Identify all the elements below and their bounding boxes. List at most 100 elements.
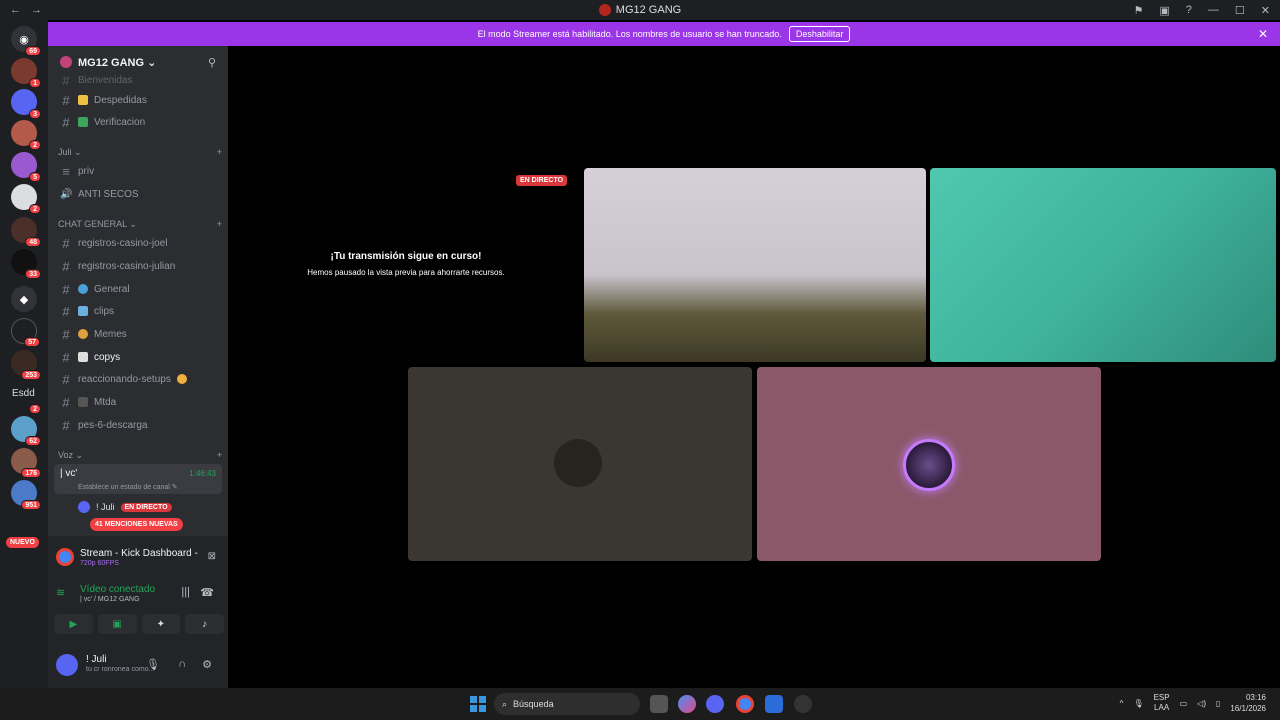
disable-button[interactable]: Deshabilitar [788,26,851,42]
person-plus-icon[interactable]: ⚲ [208,56,216,69]
stop-stream-icon[interactable]: ⊠ [208,551,216,562]
copilot-icon[interactable] [678,695,696,713]
badge: 62 [25,436,41,446]
task-view-icon[interactable] [650,695,668,713]
server-icon[interactable]: 1 [11,58,41,88]
avatar[interactable] [56,654,78,676]
server-icon[interactable]: 176 [11,448,41,478]
user-panel: ! Juli tu cr ronronea como... 🎙 ∩ ⚙ [56,652,220,678]
video-tile-room[interactable] [584,168,926,362]
server-icon[interactable]: 62 [11,416,41,446]
direct-messages-icon[interactable]: ◉ 69 [11,26,41,56]
app-icon[interactable] [765,695,783,713]
hash-icon: # [62,258,70,274]
server-logo-icon [598,4,611,16]
badge: 3 [29,109,41,119]
server-icon[interactable]: 57 [11,318,40,347]
minimize-icon[interactable]: — [1208,4,1219,16]
gear-icon[interactable]: ⚙ [202,658,212,671]
server-icon[interactable]: 951 [11,480,41,510]
video-tile-dim[interactable] [408,367,752,561]
badge: 253 [21,370,41,380]
chrome-icon[interactable] [736,695,754,713]
streamer-mode-banner: El modo Streamer está habilitado. Los no… [48,22,1280,46]
discord-icon[interactable] [706,695,724,713]
voice-location[interactable]: | vc' / MG12 GANG [80,596,140,603]
category-chat-general[interactable]: CHAT GENERAL ⌄ + [58,219,222,230]
server-icon[interactable]: 3 [11,89,41,119]
channel-registros-casino-joel[interactable]: # registros-casino-joel [54,233,222,253]
add-channel-icon[interactable]: + [217,450,222,461]
server-icon[interactable]: 253 [11,350,41,380]
channel-verificacion[interactable]: # Verificacion [54,112,222,132]
language-indicator[interactable]: ESP LAA [1154,693,1170,713]
forum-icon: ≡ [62,163,70,179]
back-icon[interactable]: ← [10,4,21,16]
add-channel-icon[interactable]: + [217,219,222,230]
screen-icon[interactable]: ▣ [1159,4,1169,17]
channel-priv[interactable]: ≡ priv [54,161,222,181]
microphone-icon[interactable]: 🎙 [1133,699,1143,708]
new-mentions-pill[interactable]: 41 MENCIONES NUEVAS [90,518,183,531]
window-tools: ⚑ ▣ ? — ☐ ✕ [1134,0,1271,20]
channel-status-input[interactable]: Establece un estado de canal ✎ [78,483,178,491]
channel-registros-casino-julian[interactable]: # registros-casino-julian [54,256,222,276]
clock[interactable]: 03:16 16/1/2026 [1230,692,1266,714]
voice-channel-name: | vc' [60,468,78,479]
category-juli[interactable]: Juli ⌄ + [58,147,222,158]
server-icon[interactable]: 2 [11,120,41,150]
headphones-icon[interactable]: ∩ [178,658,186,670]
server-icon[interactable]: 2 [11,184,41,214]
server-icon[interactable]: ◆ [11,286,37,312]
channel-despedidas[interactable]: # Despedidas [54,90,222,110]
close-window-icon[interactable]: ✕ [1261,4,1270,17]
server-icon[interactable]: 5 [11,152,41,182]
channel-general[interactable]: # General [54,279,222,299]
screen-share-button[interactable]: ▣ [97,614,137,634]
channel-label: Mtda [94,396,117,408]
channel-label: reaccionando-setups [78,373,171,385]
stream-status[interactable]: Stream - Kick Dashboard - Go... 720p 60F… [56,546,220,570]
network-icon[interactable]: ▭ [1180,699,1188,708]
disconnect-icon[interactable]: ☎ [200,586,214,599]
voice-channel-vc[interactable]: | vc' 1:46:43 Establece un estado de can… [54,464,222,494]
obs-icon[interactable] [794,695,812,713]
close-icon[interactable]: ✕ [1258,27,1268,41]
activities-button[interactable]: ✦ [141,614,181,634]
server-icon[interactable]: 2 [11,384,41,414]
voice-user[interactable]: ! Juli EN DIRECTO [78,499,218,515]
server-icon[interactable]: 48 [11,217,41,247]
forward-icon[interactable]: → [31,4,42,16]
microphone-icon[interactable]: 🎙 [146,658,160,671]
voice-connection: ≋ Vídeo conectado | vc' / MG12 GANG ||| … [56,582,220,608]
battery-icon[interactable]: ▯ [1216,699,1220,708]
video-tile-camera[interactable] [930,168,1276,362]
camera-button[interactable]: ▶ [54,614,93,634]
channel-copys[interactable]: # copys [54,347,222,367]
volume-icon[interactable]: ◁) [1197,699,1206,708]
voice-user-name: ! Juli [96,502,115,512]
help-icon[interactable]: ? [1186,4,1192,16]
server-icon[interactable]: 33 [11,249,41,279]
voice-status[interactable]: Vídeo conectado [80,584,155,595]
badge: 33 [25,269,41,279]
start-icon[interactable] [470,696,486,712]
channel-memes[interactable]: # Memes [54,324,222,344]
channel-reaccionando-setups[interactable]: # reaccionando-setups [54,369,222,389]
add-channel-icon[interactable]: + [217,147,222,158]
maximize-icon[interactable]: ☐ [1235,4,1245,17]
channel-pes-6-descarga[interactable]: # pes-6-descarga [54,415,222,435]
noise-suppression-icon[interactable]: ||| [181,586,190,598]
hash-icon: # [62,417,70,433]
chevron-up-icon[interactable]: ^ [1120,699,1124,708]
category-voz[interactable]: Voz ⌄ + [58,450,222,461]
channel-anti-secos[interactable]: 🔊 ANTI SECOS [54,184,222,204]
inbox-icon[interactable]: ⚑ [1134,4,1144,17]
channel-bienvenidas[interactable]: # Bienvenidas [54,70,222,90]
video-tile-avatar[interactable] [757,367,1101,561]
channel-mtda[interactable]: # Mtda [54,392,222,412]
search-input[interactable]: ⌕ Búsqueda [494,693,640,715]
soundboard-button[interactable]: ♪ [185,614,224,634]
new-pill[interactable]: NUEVO [6,537,39,548]
channel-clips[interactable]: # clips [54,301,222,321]
